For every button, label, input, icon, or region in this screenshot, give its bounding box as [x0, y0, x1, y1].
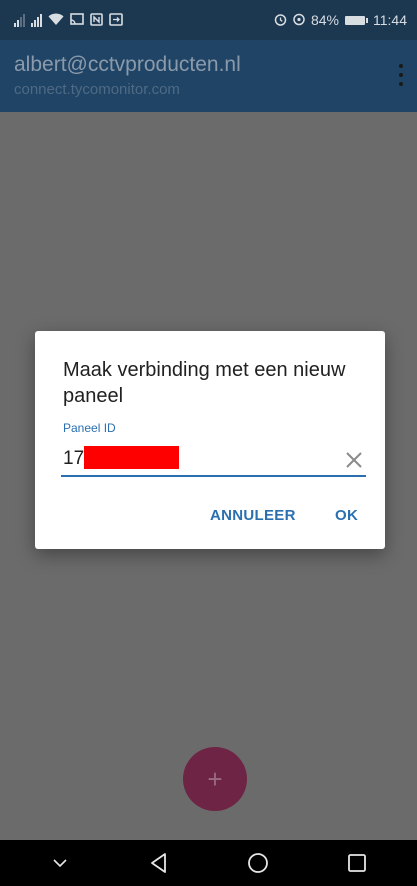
overflow-menu-icon[interactable]: [397, 64, 405, 86]
back-icon[interactable]: [139, 843, 179, 883]
location-icon: [293, 13, 305, 28]
cast-icon: [70, 12, 84, 28]
signal-icon: [31, 13, 42, 27]
status-bar: 84% 11:44: [0, 0, 417, 40]
status-icons-left: [14, 12, 123, 28]
home-icon[interactable]: [238, 843, 278, 883]
screen: 84% 11:44 albert@cctvproducten.nl connec…: [0, 0, 417, 886]
recents-icon[interactable]: [337, 843, 377, 883]
battery-icon: [345, 15, 368, 25]
nfc-icon: [90, 12, 103, 28]
chevron-down-icon[interactable]: [40, 843, 80, 883]
account-email: albert@cctvproducten.nl: [14, 53, 241, 76]
signal-weak-icon: [14, 13, 25, 27]
status-icons-right: 84% 11:44: [274, 12, 407, 28]
system-nav-bar: [0, 840, 417, 886]
alarm-icon: [274, 13, 287, 28]
server-address: connect.tycomonitor.com: [14, 81, 180, 98]
add-panel-button[interactable]: +: [183, 747, 247, 811]
app-bar: albert@cctvproducten.nl connect.tycomoni…: [0, 40, 417, 112]
ok-button[interactable]: OK: [335, 507, 358, 524]
cancel-button[interactable]: ANNULEER: [210, 507, 296, 524]
screen-mirror-icon: [109, 12, 123, 28]
connect-panel-dialog: Maak verbinding met een nieuw paneel Pan…: [35, 331, 385, 549]
dialog-title: Maak verbinding met een nieuw paneel: [63, 359, 346, 407]
clear-icon[interactable]: [343, 449, 365, 471]
battery-percent: 84%: [310, 12, 339, 28]
wifi-icon: [48, 13, 64, 28]
panel-id-label: Paneel ID: [63, 421, 116, 435]
clock: 11:44: [373, 12, 407, 28]
redaction-block: [84, 446, 179, 469]
